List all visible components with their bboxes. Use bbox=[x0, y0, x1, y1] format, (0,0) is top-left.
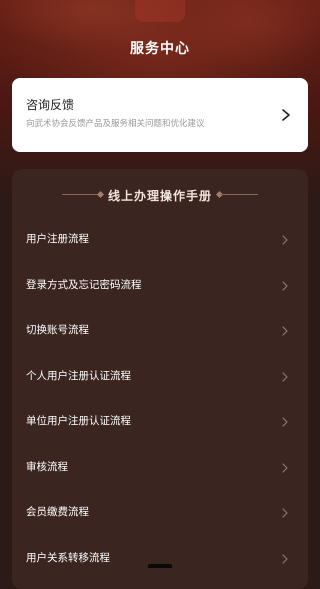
manual-item-unit-verify[interactable]: 单位用户注册认证流程 bbox=[12, 403, 308, 449]
feedback-card[interactable]: 咨询反馈 向武术协会反馈产品及服务相关问题和优化建议 bbox=[12, 78, 308, 152]
manual-list: 用户注册流程 登录方式及忘记密码流程 切换账号流程 个人用户注册认证流程 单位用… bbox=[12, 221, 308, 585]
manual-item-membership-fee[interactable]: 会员缴费流程 bbox=[12, 494, 308, 540]
header-decoration bbox=[135, 0, 185, 22]
manual-item-register[interactable]: 用户注册流程 bbox=[12, 221, 308, 267]
chevron-right-icon bbox=[282, 462, 288, 473]
home-indicator bbox=[148, 564, 172, 568]
manual-panel: 线上办理操作手册 用户注册流程 登录方式及忘记密码流程 切换账号流程 个人用户注… bbox=[12, 169, 308, 589]
chevron-right-icon bbox=[282, 553, 288, 564]
manual-item-switch-account[interactable]: 切换账号流程 bbox=[12, 312, 308, 358]
manual-item-personal-verify[interactable]: 个人用户注册认证流程 bbox=[12, 358, 308, 404]
chevron-right-icon bbox=[282, 371, 288, 382]
manual-item-transfer[interactable]: 用户关系转移流程 bbox=[12, 540, 308, 586]
chevron-right-icon bbox=[282, 235, 288, 245]
feedback-description: 向武术协会反馈产品及服务相关问题和优化建议 bbox=[26, 119, 205, 129]
page-title: 服务中心 bbox=[130, 41, 190, 57]
chevron-right-icon bbox=[282, 326, 288, 336]
decor-line-right bbox=[220, 194, 258, 195]
manual-item-label: 切换账号流程 bbox=[26, 324, 89, 336]
manual-item-label: 登录方式及忘记密码流程 bbox=[26, 278, 142, 291]
manual-item-label: 审核流程 bbox=[26, 460, 68, 473]
manual-item-label: 单位用户注册认证流程 bbox=[26, 415, 131, 427]
manual-item-label: 用户关系转移流程 bbox=[26, 551, 110, 564]
chevron-right-icon bbox=[282, 280, 288, 291]
manual-item-login[interactable]: 登录方式及忘记密码流程 bbox=[12, 267, 308, 313]
chevron-right-icon bbox=[282, 417, 288, 427]
manual-item-label: 个人用户注册认证流程 bbox=[26, 369, 131, 382]
manual-title: 线上办理操作手册 bbox=[107, 189, 212, 203]
manual-item-label: 用户注册流程 bbox=[26, 233, 89, 245]
feedback-title: 咨询反馈 bbox=[26, 98, 75, 112]
chevron-right-icon bbox=[282, 508, 288, 518]
chevron-right-icon[interactable] bbox=[278, 106, 294, 124]
manual-item-label: 会员缴费流程 bbox=[26, 506, 89, 518]
manual-header: 线上办理操作手册 bbox=[12, 169, 308, 221]
manual-item-review[interactable]: 审核流程 bbox=[12, 449, 308, 495]
